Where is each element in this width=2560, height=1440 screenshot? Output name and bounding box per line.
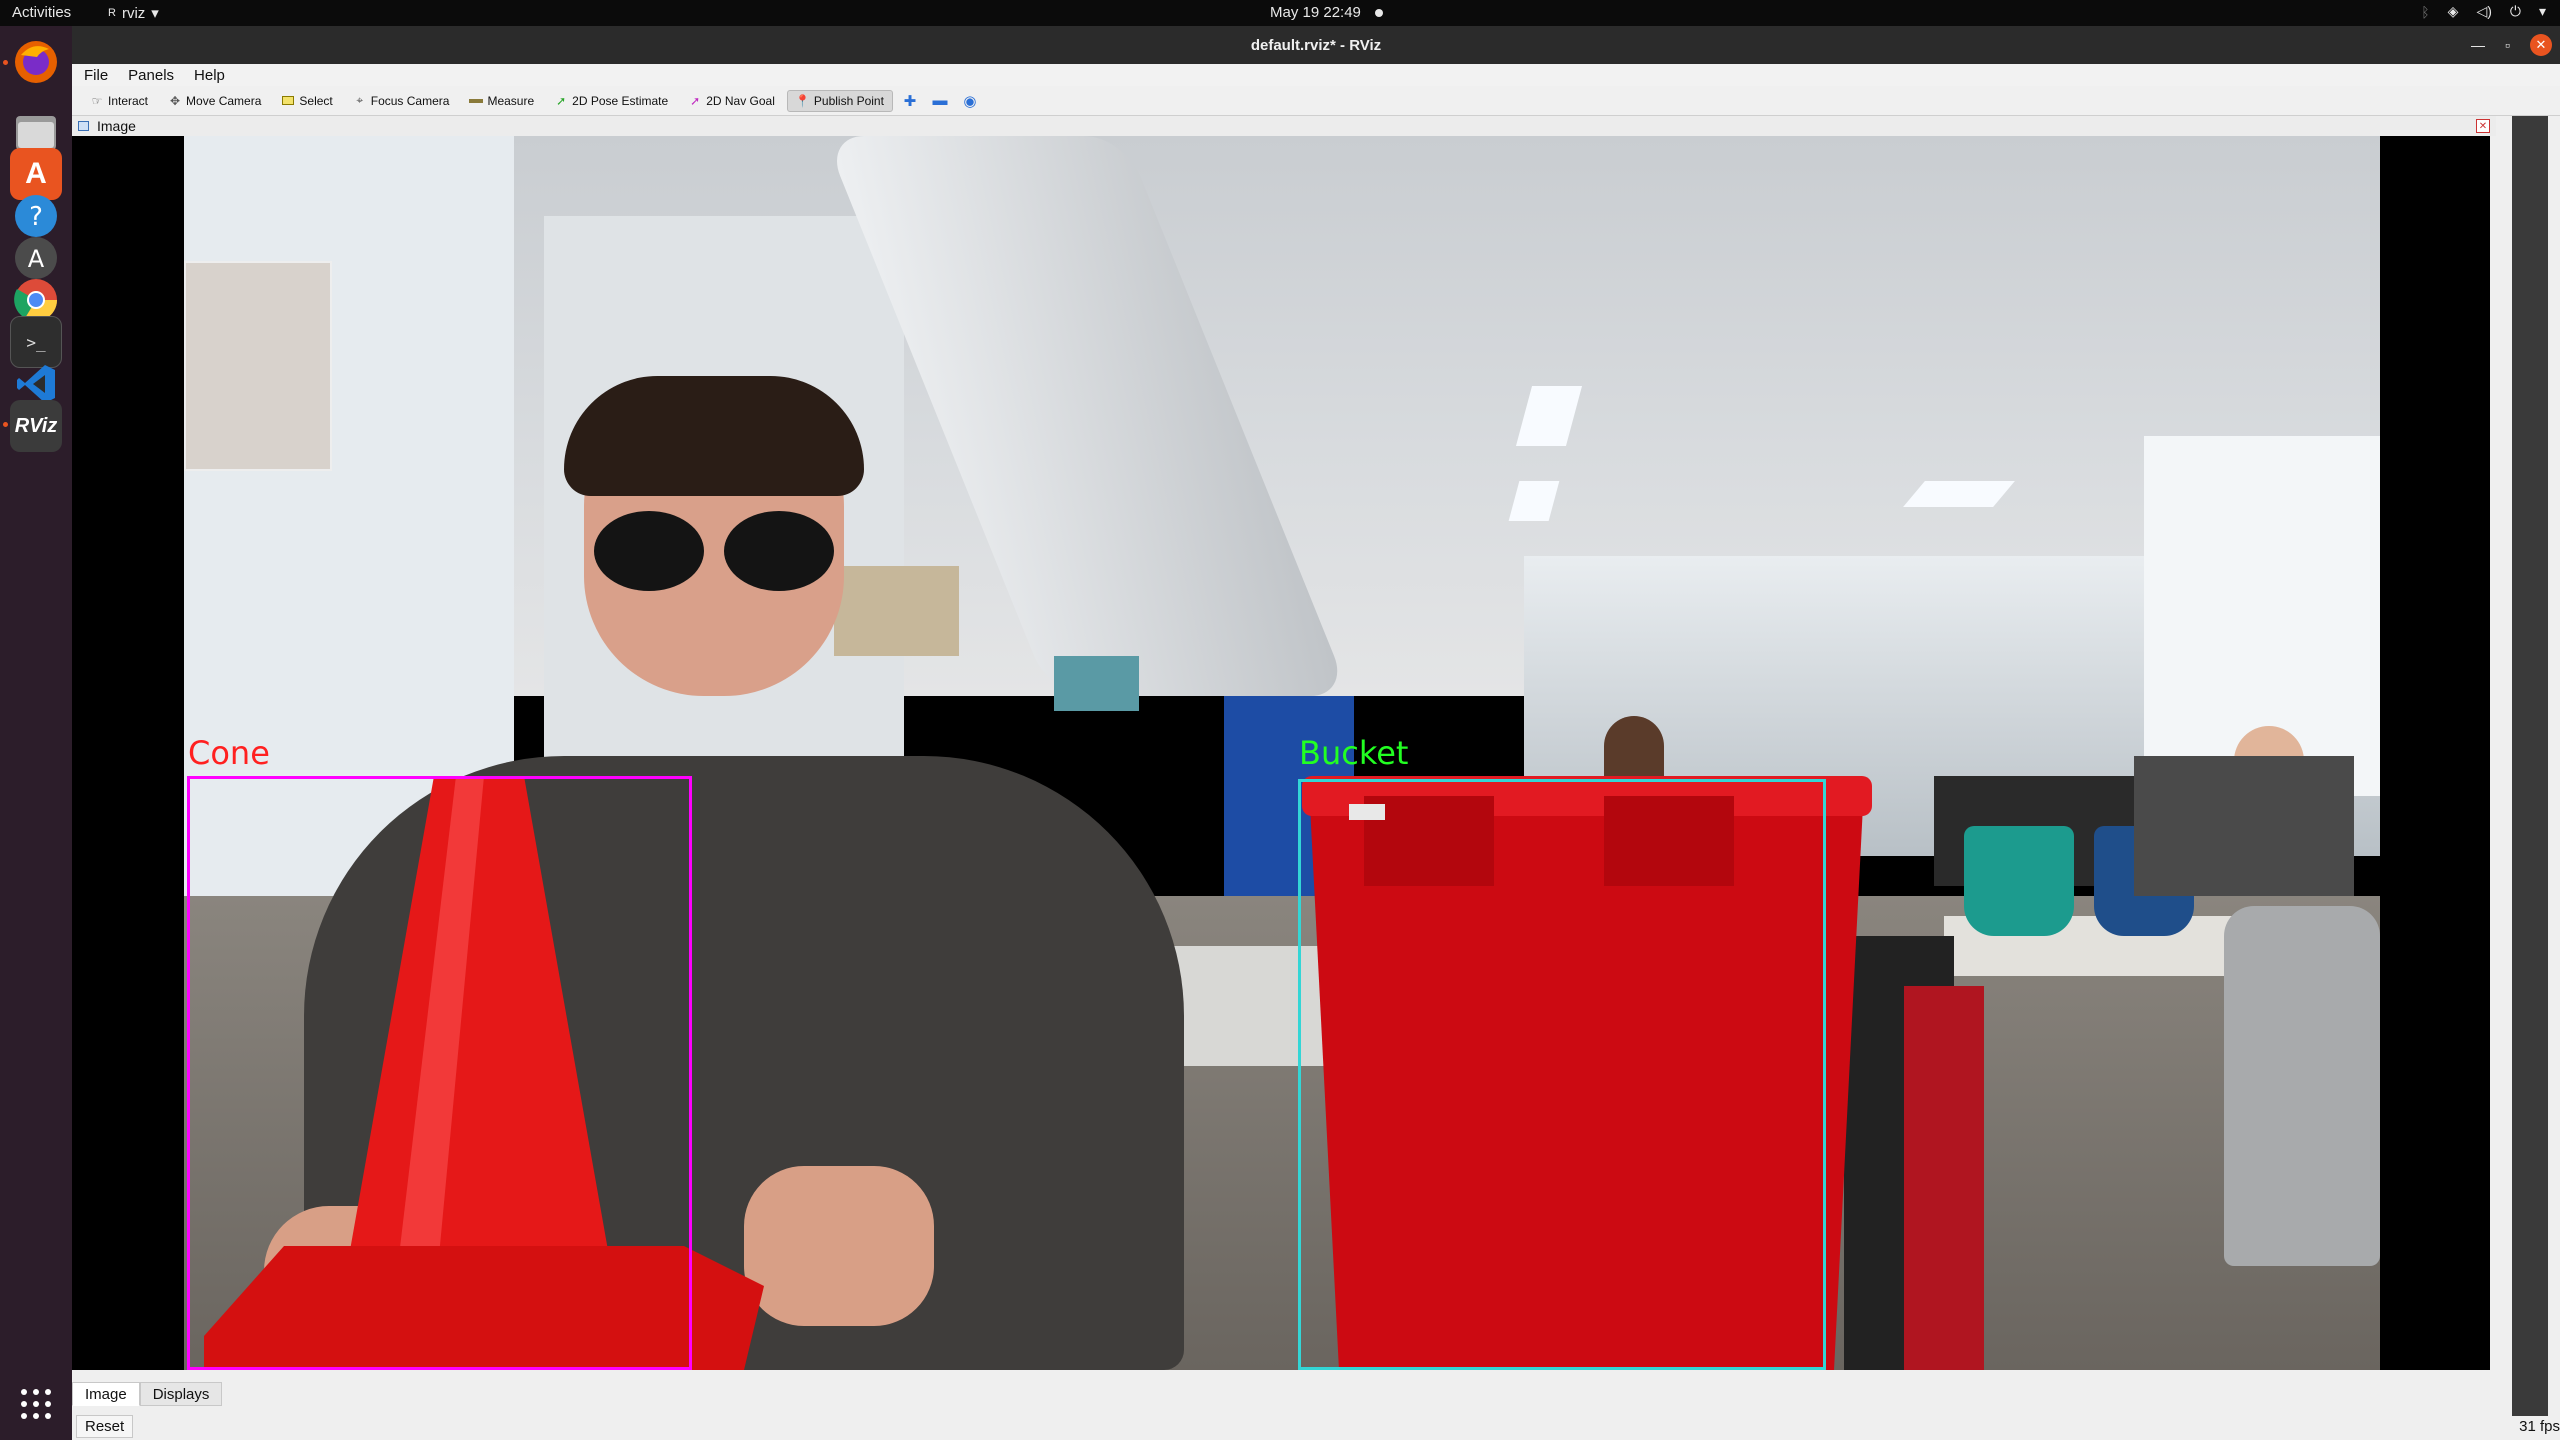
menu-panels[interactable]: Panels (128, 67, 174, 84)
move-icon: ✥ (170, 93, 181, 108)
maximize-icon[interactable]: ▫ (2505, 37, 2510, 53)
bluetooth-icon: ᛒ (2421, 3, 2430, 20)
tool-label: 2D Nav Goal (706, 93, 775, 108)
hand-icon: ☞ (91, 93, 103, 108)
tool-move-camera[interactable]: ✥ Move Camera (160, 91, 269, 111)
app-menu[interactable]: R rviz ▾ (108, 4, 159, 23)
menu-help[interactable]: Help (194, 67, 225, 84)
status-bar: Reset 31 fps (72, 1412, 2560, 1440)
firefox-icon[interactable] (10, 36, 62, 88)
system-tray[interactable]: ᛒ ◈ ◁) ⏻ ▾ (2421, 3, 2546, 20)
camera-image: Cone Bucket (184, 136, 2380, 1370)
tool-focus-camera[interactable]: ⌖ Focus Camera (345, 91, 458, 111)
running-indicator (3, 60, 8, 65)
menu-file[interactable]: File (84, 67, 108, 84)
nav-arrow-icon: ➚ (690, 93, 701, 108)
chevron-down-icon: ▾ (2538, 3, 2546, 19)
svg-text:?: ? (29, 202, 43, 232)
tool-measure[interactable]: Measure (461, 91, 542, 111)
window-titlebar[interactable]: default.rviz* - RViz — ▫ ✕ (72, 26, 2560, 64)
tool-publish-point[interactable]: 📍 Publish Point (786, 89, 893, 112)
tool-label: Select (299, 93, 333, 108)
app-menu-label: rviz (121, 4, 146, 22)
chevron-down-icon: ▾ (151, 5, 159, 22)
clock[interactable]: May 19 22:49 (1270, 4, 1383, 21)
tool-bar: ☞ Interact ✥ Move Camera Select ⌖ Focus … (72, 86, 2560, 116)
rviz-small-icon: R (108, 7, 116, 19)
running-indicator (3, 422, 8, 427)
close-icon[interactable]: ✕ (2530, 34, 2552, 56)
wifi-icon: ◈ (2447, 3, 2459, 19)
window-title: default.rviz* - RViz (1250, 36, 1382, 54)
system-top-bar: Activities R rviz ▾ May 19 22:49 ᛒ ◈ ◁) … (0, 0, 2560, 26)
rviz-window: default.rviz* - RViz — ▫ ✕ File Panels H… (72, 26, 2560, 1440)
image-panel-title: Image (97, 118, 136, 134)
tool-label: Focus Camera (370, 93, 450, 108)
add-tool-icon[interactable]: ✚ (897, 92, 923, 110)
bucket-bounding-box (1298, 779, 1826, 1370)
tab-image[interactable]: Image (72, 1382, 140, 1406)
remove-tool-icon[interactable]: ▬ (927, 92, 953, 109)
tab-displays[interactable]: Displays (139, 1382, 223, 1406)
tool-label: Publish Point (813, 93, 884, 108)
notification-dot-icon (1374, 8, 1383, 17)
camera-type-icon[interactable]: ◉ (957, 92, 983, 110)
tool-label: Interact (108, 93, 149, 108)
minimize-icon[interactable]: — (2471, 37, 2485, 53)
clock-label: May 19 22:49 (1270, 4, 1361, 21)
image-viewport[interactable]: Cone Bucket (72, 136, 2490, 1370)
tool-label: Move Camera (186, 93, 262, 108)
rviz-icon[interactable]: RViz (10, 400, 62, 452)
tool-label: Measure (487, 93, 535, 108)
panel-close-icon[interactable]: ✕ (2476, 119, 2490, 133)
pose-arrow-icon: ➚ (556, 93, 567, 108)
tool-2d-nav-goal[interactable]: ➚ 2D Nav Goal (680, 91, 783, 111)
collapsed-side-dock[interactable] (2512, 116, 2548, 1416)
activities-button[interactable]: Activities (12, 4, 71, 21)
focus-icon: ⌖ (356, 93, 364, 107)
tool-label: 2D Pose Estimate (572, 93, 669, 108)
menu-bar: File Panels Help (72, 64, 2560, 86)
image-panel-header: Image ✕ (72, 116, 2496, 136)
tool-2d-pose-estimate[interactable]: ➚ 2D Pose Estimate (546, 91, 676, 111)
cone-bounding-box (187, 776, 692, 1370)
bucket-detection-label: Bucket (1299, 734, 1409, 772)
image-panel-icon (78, 121, 89, 131)
cone-detection-label: Cone (188, 734, 270, 772)
volume-icon: ◁) (2476, 3, 2492, 19)
show-apps-icon[interactable] (10, 1378, 62, 1430)
bottom-tabs: Image Displays (72, 1382, 223, 1406)
fps-readout: 31 fps (2519, 1417, 2560, 1435)
tool-interact[interactable]: ☞ Interact (82, 91, 156, 111)
power-icon: ⏻ (2509, 3, 2521, 19)
ruler-icon (469, 94, 484, 108)
pin-icon: 📍 (795, 93, 811, 108)
reset-button[interactable]: Reset (76, 1414, 134, 1438)
tool-select[interactable]: Select (273, 91, 340, 111)
select-icon (281, 94, 295, 108)
dock: A ? A >_ RViz (0, 26, 72, 1440)
svg-text:A: A (28, 245, 45, 273)
